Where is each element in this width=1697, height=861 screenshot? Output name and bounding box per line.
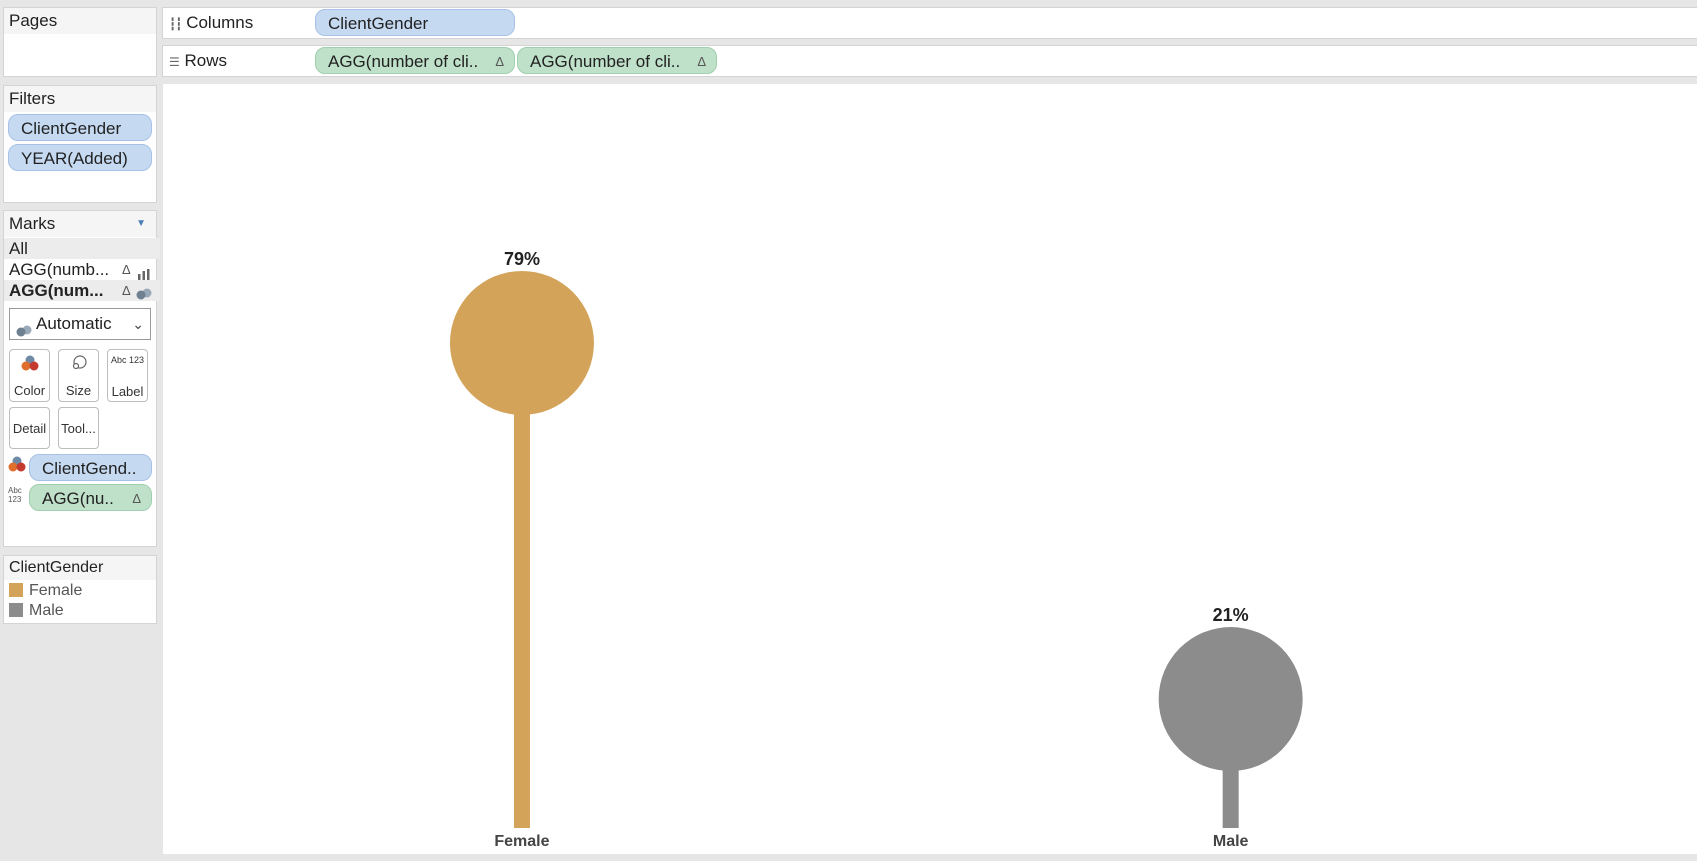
marks-layer-1[interactable]: AGG(numb... Δ <box>4 259 160 280</box>
detail-button[interactable]: Detail <box>9 407 50 449</box>
color-button[interactable]: Color <box>9 349 50 402</box>
marks-card: Marks ▼ All AGG(numb... Δ AGG(num... Δ A… <box>4 211 160 546</box>
columns-shelf-label: ┇┇ Columns <box>169 13 254 32</box>
legend-swatch <box>9 603 23 617</box>
chart-view[interactable]: 79% Female 21% Male <box>163 84 1697 854</box>
value-label-female: 79% <box>504 249 540 269</box>
label-icon: Abc 123 <box>110 355 145 365</box>
rows-pill-1[interactable]: AGG(number of cli.. Δ <box>315 47 515 74</box>
pages-card: Pages <box>4 8 156 76</box>
size-icon <box>59 350 98 379</box>
rows-icon: ☰ <box>169 55 180 69</box>
category-label-male: Male <box>1213 833 1249 850</box>
category-label-female: Female <box>494 833 549 850</box>
marks-pill-label-agg[interactable]: AGG(nu.. Δ <box>29 484 152 511</box>
legend-swatch <box>9 583 23 597</box>
filters-card: Filters ClientGender YEAR(Added) <box>4 86 156 202</box>
lollipop-circle-female[interactable] <box>449 270 594 415</box>
delta-icon: Δ <box>122 283 131 298</box>
value-label-male: 21% <box>1213 605 1249 625</box>
filters-title: Filters <box>4 86 156 112</box>
marks-layer-2[interactable]: AGG(num... Δ <box>4 280 160 301</box>
circles-icon <box>136 284 152 300</box>
marks-title: Marks ▼ <box>4 211 156 237</box>
delta-icon: Δ <box>495 54 504 69</box>
rows-shelf-label: ☰ Rows <box>169 51 228 70</box>
rows-shelf[interactable]: ☰ Rows AGG(number of cli.. Δ AGG(number … <box>163 46 1697 76</box>
columns-pill-clientgender[interactable]: ClientGender <box>315 9 515 36</box>
color-icon <box>10 350 49 379</box>
marks-menu-dropdown-icon[interactable]: ▼ <box>136 211 146 237</box>
legend-card: ClientGender Female Male <box>4 556 156 623</box>
columns-shelf[interactable]: ┇┇ Columns ClientGender <box>163 8 1697 38</box>
marks-layer-all[interactable]: All <box>4 238 160 259</box>
size-button[interactable]: Size <box>58 349 99 402</box>
filter-pill-year-added[interactable]: YEAR(Added) <box>8 144 152 171</box>
label-button[interactable]: Abc 123 Label <box>107 349 148 402</box>
color-encoding-icon <box>8 456 26 477</box>
circles-icon <box>16 317 32 347</box>
legend-item-female[interactable]: Female <box>9 581 82 601</box>
mark-type-select[interactable]: Automatic ⌄ <box>9 308 151 340</box>
bar-chart-icon <box>138 264 150 280</box>
lollipop-stem-female[interactable] <box>513 342 530 828</box>
pages-title: Pages <box>4 8 156 34</box>
delta-icon: Δ <box>132 491 141 506</box>
legend-item-male[interactable]: Male <box>9 601 64 621</box>
columns-icon: ┇┇ <box>169 17 182 31</box>
lollipop-chart: 79% Female 21% Male <box>449 249 1303 850</box>
marks-pill-color-clientgender[interactable]: ClientGend.. <box>29 454 152 481</box>
delta-icon: Δ <box>697 54 706 69</box>
lollipop-circle-male[interactable] <box>1158 627 1303 772</box>
legend-title: ClientGender <box>4 556 156 580</box>
chevron-down-icon: ⌄ <box>132 316 144 332</box>
delta-icon: Δ <box>122 262 131 277</box>
rows-pill-2[interactable]: AGG(number of cli.. Δ <box>517 47 717 74</box>
tooltip-button[interactable]: Tool... <box>58 407 99 449</box>
filter-pill-clientgender[interactable]: ClientGender <box>8 114 152 141</box>
label-encoding-icon: Abc 123 <box>8 486 22 504</box>
